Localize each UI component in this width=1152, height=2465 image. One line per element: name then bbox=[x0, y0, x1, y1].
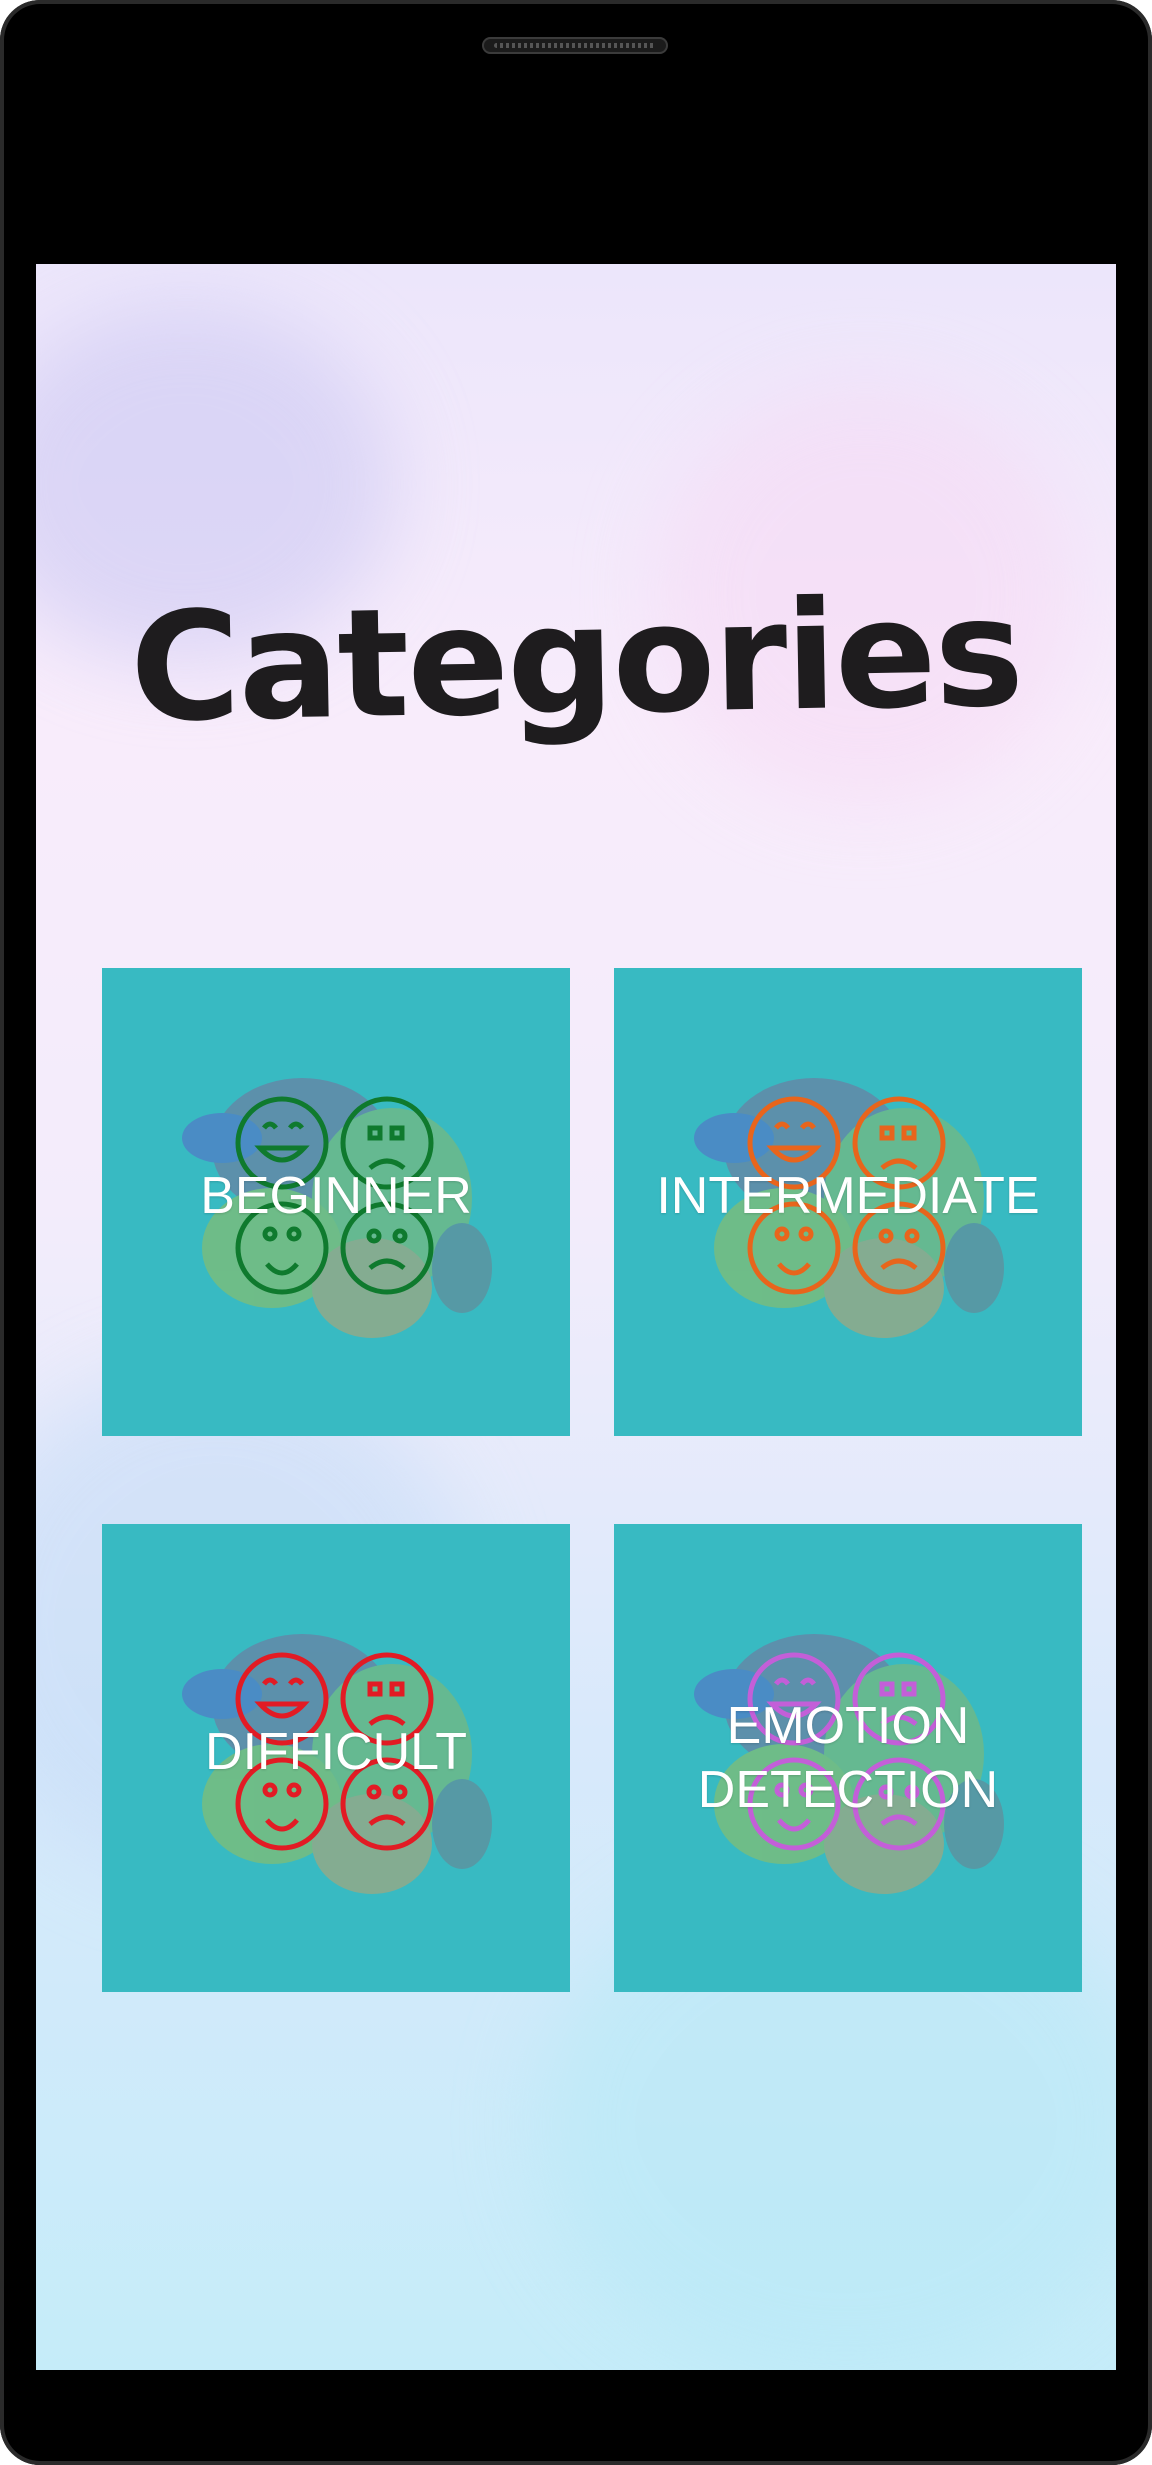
category-label: DIFFICULT bbox=[205, 1723, 467, 1781]
category-label: INTERMEDIATE bbox=[656, 1167, 1040, 1225]
category-intermediate-button[interactable]: INTERMEDIATE bbox=[614, 968, 1082, 1436]
category-difficult-button[interactable]: DIFFICULT bbox=[102, 1524, 570, 1992]
page-title: Categories bbox=[128, 566, 1024, 756]
category-beginner-button[interactable]: BEGINNER bbox=[102, 968, 570, 1436]
phone-frame: Categories BEGINNER INTERMEDIATE DIFFICU… bbox=[0, 0, 1152, 2465]
app-screen: Categories BEGINNER INTERMEDIATE DIFFICU… bbox=[36, 264, 1116, 2370]
category-label: BEGINNER bbox=[200, 1167, 472, 1225]
category-label-line2: DETECTION bbox=[697, 1761, 999, 1819]
category-emotion-detection-button[interactable]: EMOTION DETECTION bbox=[614, 1524, 1082, 1992]
category-label-line1: EMOTION bbox=[726, 1697, 970, 1755]
speaker-grille bbox=[482, 37, 668, 54]
